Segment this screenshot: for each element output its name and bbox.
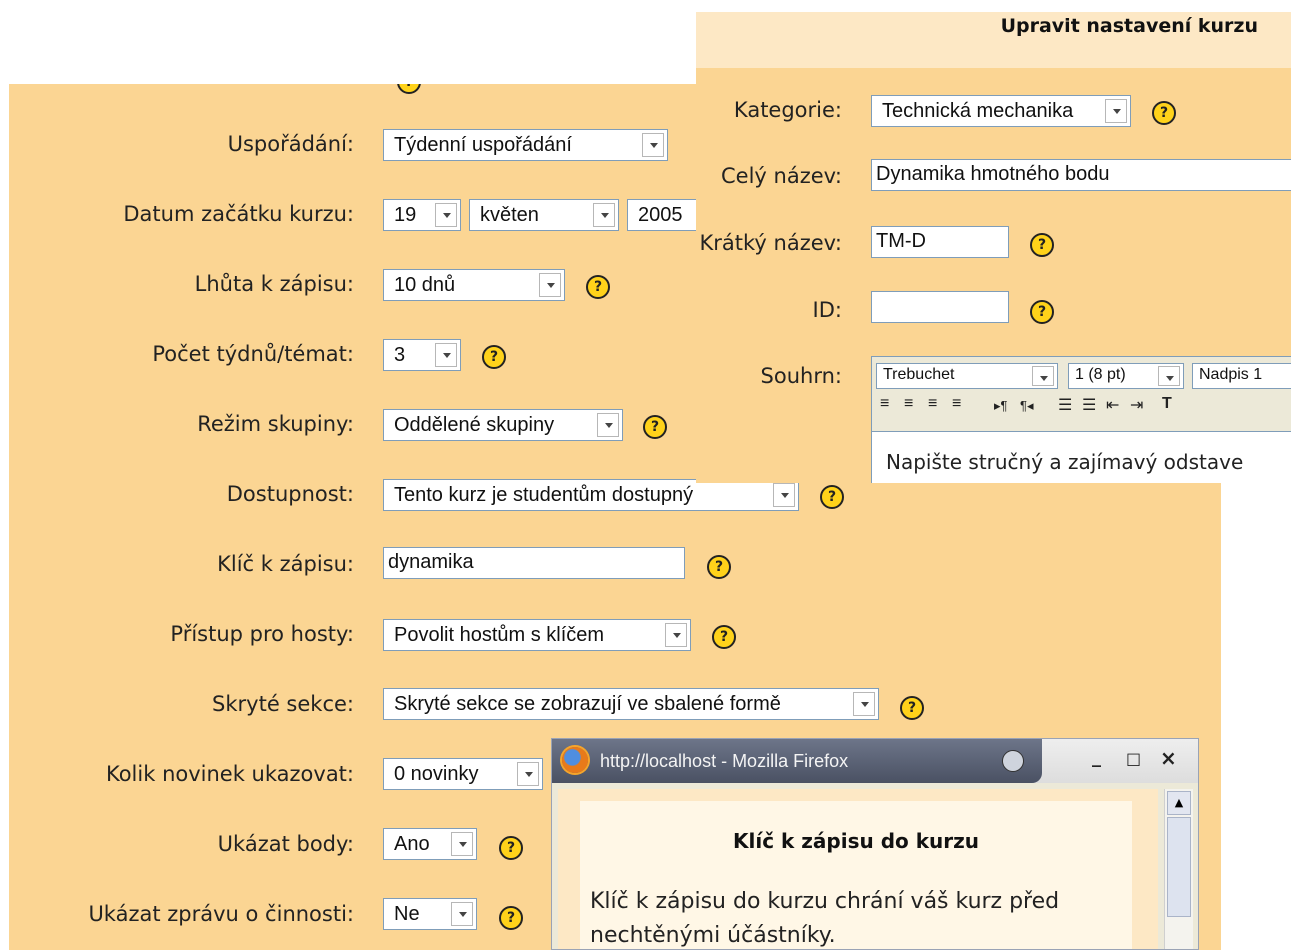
help-popup-window: http://localhost - Mozilla Firefox _ □ ×… [551,738,1199,950]
help-icon[interactable]: ? [499,836,523,860]
help-icon[interactable]: ? [643,415,667,439]
rtl-icon[interactable]: ¶◂ [1020,398,1034,414]
help-icon[interactable]: ? [820,485,844,509]
chevron-down-icon [1158,366,1180,386]
minimize-button[interactable]: _ [1092,747,1101,768]
chevron-down-icon [451,902,473,926]
numsections-label: Počet týdnů/témat: [152,342,354,366]
idnumber-input[interactable] [871,291,1009,323]
font-select[interactable]: Trebuchet [876,363,1058,389]
popup-titlebar[interactable]: http://localhost - Mozilla Firefox _ □ × [552,739,1198,783]
help-icon[interactable]: ? [1152,101,1176,125]
editor-toolbar: ≡ ≡ ≡ ≡ ▸¶ ¶◂ ☰ ☰ ⇤ ⇥ T [876,395,1291,421]
enrolkey-input[interactable]: dynamika [383,547,685,579]
summary-label: Souhrn: [760,364,842,388]
popup-content: Klíč k zápisu do kurzu Klíč k zápisu do … [558,789,1158,949]
maximize-button[interactable]: □ [1126,749,1141,768]
format-label: Uspořádání: [227,132,354,156]
numsections-select[interactable]: 3 [383,339,461,371]
chevron-down-icon [1105,99,1127,123]
startdate-year-select[interactable]: 2005 [627,199,707,231]
popup-text-line-2: nechtěnými účástníky. [590,923,836,948]
chevron-down-icon [593,203,615,227]
startdate-label: Datum začátku kurzu: [123,202,354,226]
chevron-down-icon [435,203,457,227]
ltr-icon[interactable]: ▸¶ [994,398,1008,414]
help-icon[interactable]: ? [499,906,523,930]
format-select[interactable]: Týdenní uspořádání [383,129,668,161]
help-icon[interactable]: ? [712,625,736,649]
popup-title: http://localhost - Mozilla Firefox [600,751,849,771]
enrolperiod-label: Lhůta k zápisu: [194,272,354,296]
showgrades-select[interactable]: Ano [383,828,477,860]
newsitems-select[interactable]: 0 novinky [383,758,543,790]
justify-center-icon[interactable]: ≡ [904,395,913,413]
scroll-up-button[interactable]: ▲ [1167,791,1191,815]
fontsize-select[interactable]: 1 (8 pt) [1068,363,1184,389]
popup-scrollbar[interactable]: ▲ [1164,789,1193,949]
justify-right-icon[interactable]: ≡ [928,395,937,413]
summary-editor: Trebuchet 1 (8 pt) Nadpis 1 ≡ ≡ ≡ ≡ ▸¶ ¶… [871,356,1291,483]
popup-heading: Klíč k zápisu do kurzu [732,829,979,853]
help-icon[interactable]: ? [900,696,924,720]
category-label: Kategorie: [733,98,842,122]
idnumber-label: ID: [812,298,842,322]
help-icon[interactable]: ? [397,84,421,94]
startdate-day-select[interactable]: 19 [383,199,461,231]
chevron-down-icon [773,483,795,507]
newsitems-label: Kolik novinek ukazovat: [105,762,354,786]
help-icon[interactable]: ? [482,345,506,369]
showgrades-label: Ukázat body: [217,832,354,856]
help-icon[interactable]: ? [1030,233,1054,257]
chevron-down-icon [853,692,875,716]
category-select[interactable]: Technická mechanika [871,95,1131,127]
ordered-list-icon[interactable]: ☰ [1058,395,1072,415]
chevron-down-icon [597,413,619,437]
chevron-down-icon [517,762,539,786]
showreports-label: Ukázat zprávu o činnosti: [88,902,354,926]
chevron-down-icon [665,623,687,647]
fullname-input[interactable]: Dynamika hmotného bodu [871,159,1291,191]
chevron-down-icon [1032,366,1054,386]
unordered-list-icon[interactable]: ☰ [1082,395,1096,415]
popup-inner: Klíč k zápisu do kurzu Klíč k zápisu do … [580,801,1132,949]
guest-select[interactable]: Povolit hostům s klíčem [383,619,691,651]
startdate-month-select[interactable]: květen [469,199,619,231]
firefox-icon [562,747,588,773]
heading-select[interactable]: Nadpis 1 [1192,363,1291,389]
text-color-icon[interactable]: T [1162,395,1172,413]
shortname-input[interactable]: TM-D [871,226,1009,258]
guest-label: Přístup pro hosty: [170,622,354,646]
showreports-select[interactable]: Ne [383,898,477,930]
course-settings-panel: Upravit nastavení kurzu Kategorie: Techn… [696,12,1291,483]
enrolkey-label: Klíč k zápisu: [217,552,354,576]
help-icon[interactable]: ? [586,275,610,299]
enrolperiod-select[interactable]: 10 dnů [383,269,565,301]
chevron-down-icon [435,343,457,367]
chevron-down-icon [642,133,664,157]
groupmode-select[interactable]: Oddělené skupiny [383,409,623,441]
scroll-thumb[interactable] [1167,817,1191,917]
editor-content[interactable]: Napište stručný a zajímavý odstave [872,431,1291,483]
justify-left-icon[interactable]: ≡ [880,395,889,413]
shortname-label: Krátký název: [699,231,843,255]
popup-text-line-1: Klíč k zápisu do kurzu chrání váš kurz p… [590,889,1060,914]
groupmode-label: Režim skupiny: [197,412,354,436]
chevron-down-icon [451,832,473,856]
close-button[interactable]: × [1160,746,1177,770]
visible-label: Dostupnost: [226,482,354,506]
page-title: Upravit nastavení kurzu [1000,15,1258,37]
justify-full-icon[interactable]: ≡ [952,395,961,413]
titlebar-orb-icon [1002,750,1024,772]
outdent-icon[interactable]: ⇤ [1106,395,1119,415]
visible-select[interactable]: Tento kurz je studentům dostupný [383,479,799,511]
help-icon[interactable]: ? [707,555,731,579]
indent-icon[interactable]: ⇥ [1130,395,1143,415]
hiddensections-select[interactable]: Skryté sekce se zobrazují ve sbalené for… [383,688,879,720]
help-icon[interactable]: ? [1030,300,1054,324]
hiddensections-label: Skryté sekce: [212,692,354,716]
fullname-label: Celý název: [721,164,842,188]
chevron-down-icon [539,273,561,297]
